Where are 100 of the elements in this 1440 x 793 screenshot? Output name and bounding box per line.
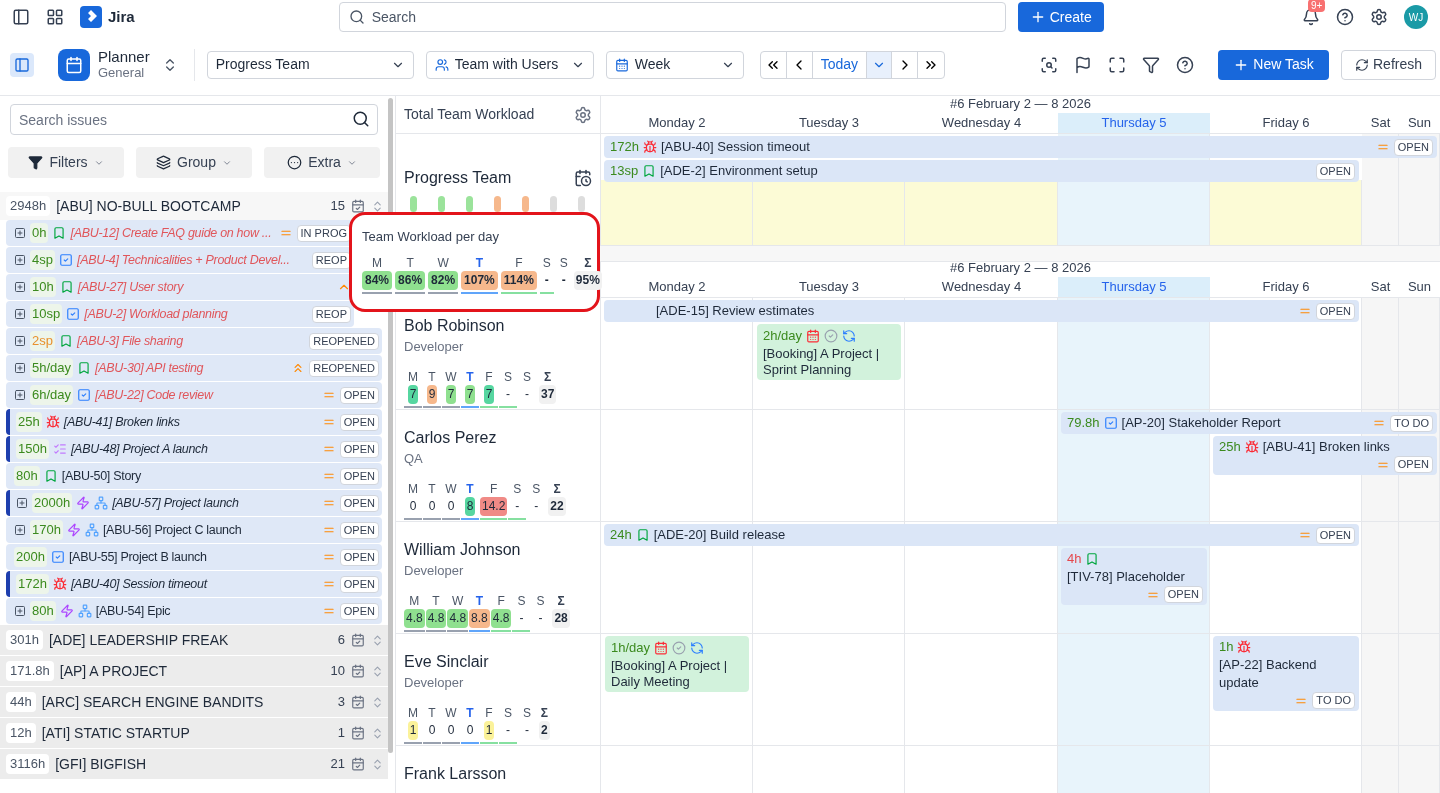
app-name[interactable]: Jira — [108, 5, 135, 29]
issue-title[interactable]: [ABU-57] Project launch — [112, 493, 318, 513]
project-group-header[interactable]: 44h [ARC] SEARCH ENGINE BANDITS 3 — [0, 687, 388, 718]
calendar-check-icon[interactable] — [351, 757, 365, 771]
calendar-task-bar[interactable]: 13sp [ADE-2] Environment setup OPEN — [604, 160, 1359, 182]
calendar-check-icon[interactable] — [351, 726, 365, 740]
group-hours: 301h — [6, 630, 43, 650]
calendar-check-icon[interactable] — [351, 199, 365, 213]
project-group-header[interactable]: 171.8h [AP] A PROJECT 10 — [0, 656, 388, 687]
toolbar-dropdown-button[interactable]: Extra — [264, 147, 380, 178]
issue-title[interactable]: [ABU-54] Epic — [95, 601, 318, 621]
issue-row[interactable]: 172h [ABU-40] Session timeout OPEN — [6, 571, 382, 597]
task-title[interactable]: [ABU-41] Broken links — [1262, 438, 1390, 456]
expand-icon[interactable] — [14, 605, 26, 617]
workload-value: 0 — [446, 497, 456, 515]
help-icon[interactable] — [1176, 55, 1194, 74]
calendar-check-icon[interactable] — [351, 695, 365, 709]
expand-icon[interactable] — [14, 281, 26, 293]
status-badge: REOP — [311, 305, 351, 323]
project-group-header[interactable]: 2948h [ABU] NO-BULL BOOTCAMP 15 — [0, 192, 388, 220]
issue-row[interactable]: 6h/day [ABU-22] Code review OPEN — [6, 382, 382, 408]
sidebar-toggle-icon[interactable] — [12, 8, 30, 26]
day-label: F — [485, 368, 493, 385]
calendar-task-bar[interactable]: [ADE-15] Review estimates OPEN — [604, 300, 1359, 322]
search-field[interactable]: Search — [338, 2, 1006, 32]
issue-title[interactable]: [ABU-41] Broken links — [63, 412, 318, 432]
settings-icon[interactable] — [574, 105, 592, 124]
refresh-button[interactable]: Refresh — [1341, 49, 1436, 80]
task-title[interactable]: [TIV-78] Placeholder — [1067, 568, 1185, 586]
task-title[interactable]: [ADE-15] Review estimates — [656, 302, 815, 320]
day-header: Sun — [1406, 114, 1433, 132]
calendar-task-bar[interactable]: 172h [ABU-40] Session timeout OPEN — [604, 136, 1437, 158]
help-icon[interactable] — [1336, 8, 1354, 26]
booking-card[interactable]: 1h/day [Booking] A Project | Daily Meeting — [605, 636, 749, 692]
day-label: F — [485, 704, 493, 721]
expand-icon[interactable] — [14, 524, 26, 536]
calendar-task-bar[interactable]: 4h [TIV-78] Placeholder OPEN — [1061, 548, 1207, 605]
expand-icon[interactable] — [14, 362, 26, 374]
create-button[interactable]: Create — [1017, 2, 1104, 32]
issue-row[interactable]: 25h [ABU-41] Broken links OPEN — [6, 409, 382, 435]
sum-label: Σ — [584, 254, 592, 271]
day-label: T — [466, 368, 474, 385]
calendar-task-bar[interactable]: 1h [AP-22] Backend update TO DO — [1213, 636, 1359, 711]
issue-row[interactable]: 10sp [ABU-2] Workload planning REOP — [6, 301, 354, 327]
booking-card[interactable]: 2h/day [Booking] A Project | Sprint Planning — [757, 324, 901, 380]
issue-title[interactable]: [ABU-48] Project A launch — [70, 439, 318, 459]
sort-icon[interactable] — [371, 199, 384, 213]
project-group-header[interactable]: 12h [ATI] STATIC STARTUP 1 — [0, 718, 388, 749]
flag-icon[interactable] — [1074, 55, 1092, 74]
day-label: S — [536, 592, 545, 609]
period-select[interactable]: Week — [605, 50, 744, 79]
issue-row[interactable]: 150h [ABU-48] Project A launch OPEN — [6, 436, 382, 462]
bell-icon[interactable] — [1302, 8, 1320, 26]
issue-title[interactable]: [ABU-56] Project C launch — [102, 520, 318, 540]
expand-icon[interactable] — [14, 254, 26, 266]
project-group-header[interactable]: 3116h [GFI] BIGFISH 21 — [0, 749, 388, 780]
calendar-clock-icon[interactable] — [574, 169, 592, 187]
day-header: Tuesday 3 — [797, 278, 861, 296]
day-header: Thursday 5 — [1058, 113, 1210, 133]
expand-icon[interactable] — [14, 308, 26, 320]
team-select[interactable]: Progress Team — [206, 50, 414, 79]
apps-grid-icon[interactable] — [46, 8, 64, 26]
expand-icon[interactable] — [16, 497, 28, 509]
toolbar-dropdown-button[interactable]: Filters — [8, 147, 124, 178]
issue-row[interactable]: 5h/day [ABU-30] API testing REOPENED — [6, 355, 382, 381]
issue-row[interactable]: 200h [ABU-55] Project B launch OPEN — [6, 544, 382, 570]
calendar-task-bar[interactable]: 25h [ABU-41] Broken links OPEN — [1213, 436, 1437, 475]
sidebar-button[interactable] — [10, 52, 34, 77]
issue-title[interactable]: [ABU-55] Project B launch — [68, 547, 318, 567]
toolbar-dropdown-button[interactable]: Group — [136, 147, 252, 178]
issue-search-field[interactable]: Search issues — [10, 104, 378, 135]
expand-icon[interactable] — [14, 389, 26, 401]
task-title[interactable]: [AP-20] Stakeholder Report — [1121, 414, 1281, 432]
task-title[interactable]: [ABU-40] Session timeout — [660, 138, 810, 156]
new-task-button[interactable]: New Task — [1218, 49, 1329, 80]
issue-row[interactable]: 2000h [ABU-57] Project launch OPEN — [6, 490, 382, 516]
task-title[interactable]: [ADE-20] Build release — [653, 526, 786, 544]
issue-row[interactable]: 2sp [ABU-3] File sharing REOPENED — [6, 328, 382, 354]
issue-title[interactable]: [ABU-50] Story — [61, 466, 318, 486]
task-title[interactable]: [ADE-2] Environment setup — [660, 162, 818, 180]
project-group-header[interactable]: 301h [ADE] LEADERSHIP FREAK 6 — [0, 625, 388, 656]
expand-icon[interactable] — [14, 335, 26, 347]
calendar-task-bar[interactable]: 24h [ADE-20] Build release OPEN — [604, 524, 1359, 546]
fullscreen-icon[interactable] — [1108, 55, 1126, 74]
issue-row[interactable]: 170h [ABU-56] Project C launch OPEN — [6, 517, 382, 543]
day-label: M — [409, 592, 420, 609]
status-badge: OPEN — [339, 386, 379, 404]
view-select[interactable]: Team with Users — [425, 50, 594, 79]
issue-row[interactable]: 80h [ABU-50] Story OPEN — [6, 463, 382, 489]
filter-icon[interactable] — [1142, 55, 1160, 74]
issue-estimate: 80h — [30, 601, 56, 621]
calendar-task-bar[interactable]: 79.8h [AP-20] Stakeholder Report TO DO — [1061, 412, 1437, 434]
calendar-check-icon[interactable] — [351, 633, 365, 647]
task-title[interactable]: [AP-22] Backend update — [1219, 656, 1355, 692]
issue-title[interactable]: [ABU-40] Session timeout — [70, 574, 318, 594]
settings-icon[interactable] — [1370, 8, 1388, 26]
expand-icon[interactable] — [14, 227, 26, 239]
scan-icon[interactable] — [1040, 55, 1058, 74]
calendar-check-icon[interactable] — [351, 664, 365, 678]
issue-row[interactable]: 80h [ABU-54] Epic OPEN — [6, 598, 382, 624]
